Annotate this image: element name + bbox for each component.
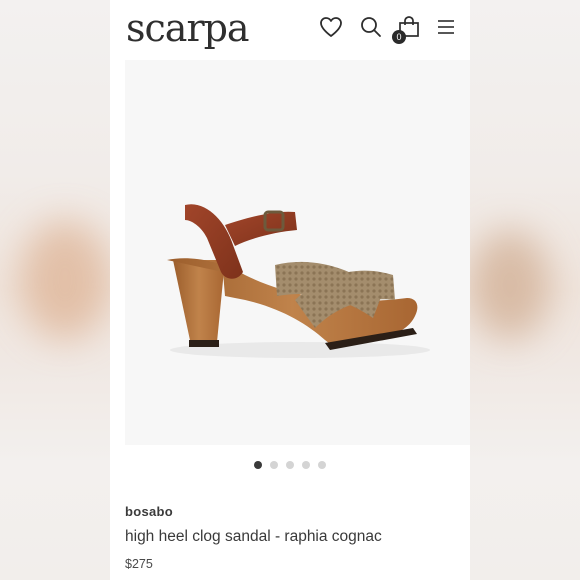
hamburger-menu-icon[interactable] (433, 14, 459, 40)
product-price: $275 (125, 557, 153, 571)
blurred-background-right (470, 0, 580, 580)
wishlist-heart-icon[interactable] (318, 14, 344, 40)
blurred-background-left (0, 0, 110, 580)
product-brand[interactable]: bosabo (125, 504, 173, 519)
carousel-dot-3[interactable] (286, 461, 294, 469)
carousel-dot-2[interactable] (270, 461, 278, 469)
background-blur-shape (20, 220, 110, 340)
carousel-dot-4[interactable] (302, 461, 310, 469)
product-title: high heel clog sandal - raphia cognac (125, 528, 382, 545)
background-blur-shape (470, 230, 550, 340)
product-image[interactable] (125, 60, 470, 445)
site-logo[interactable]: scarpa (126, 4, 250, 52)
shopping-bag-icon[interactable]: 0 (392, 14, 422, 44)
cart-count-badge: 0 (392, 30, 406, 44)
site-header: scarpa 0 (110, 0, 470, 56)
sandal-illustration (167, 204, 430, 358)
carousel-dot-5[interactable] (318, 461, 326, 469)
carousel-dot-1[interactable] (254, 461, 262, 469)
image-carousel-indicators (110, 461, 470, 473)
search-icon[interactable] (358, 14, 384, 40)
mobile-product-page: scarpa 0 bosabo high heel clog sandal - … (110, 0, 470, 580)
